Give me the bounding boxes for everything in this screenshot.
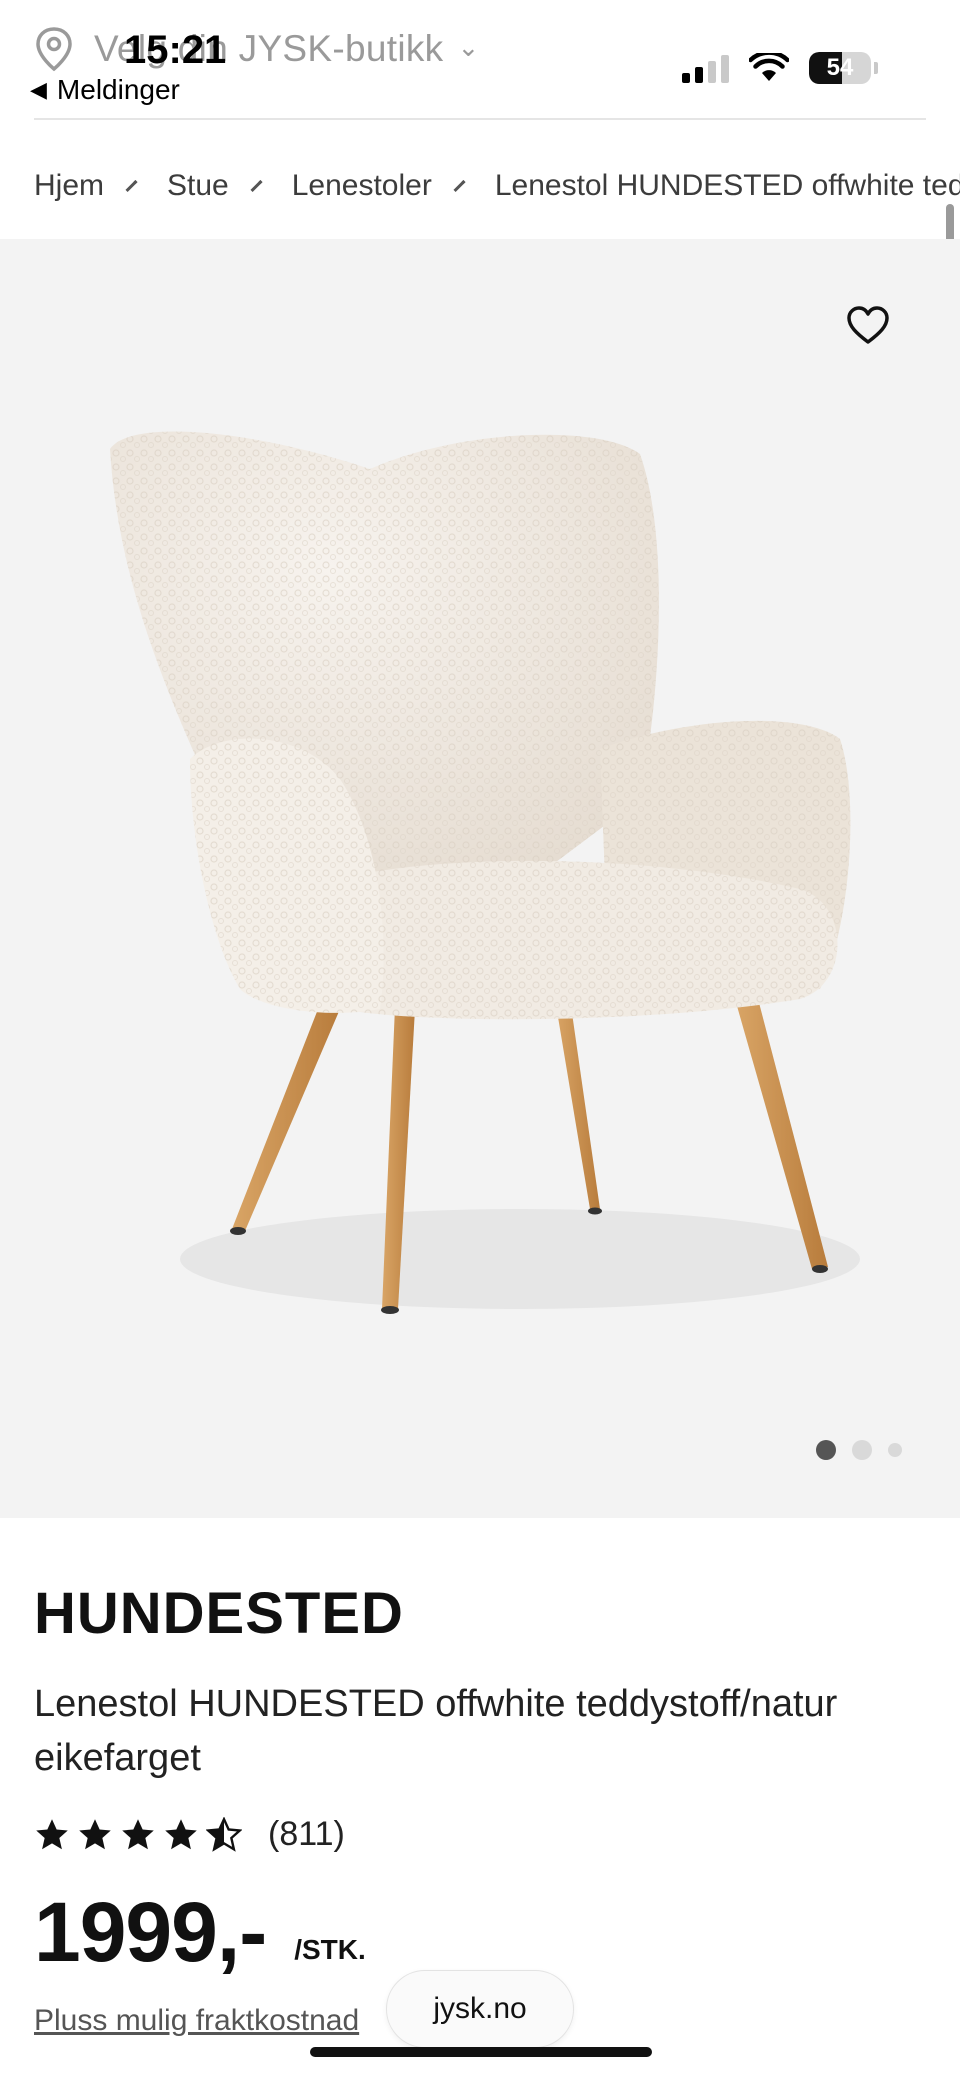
product-image-gallery[interactable] [0, 239, 960, 1518]
pagination-dot[interactable] [888, 1443, 902, 1457]
browser-url-bar[interactable]: jysk.no [386, 1970, 574, 2048]
battery-icon: 54 [809, 52, 878, 84]
breadcrumb-item-home[interactable]: Hjem [34, 169, 104, 203]
breadcrumb: Hjem Stue Lenestoler Lenestol HUNDESTED … [34, 164, 960, 208]
favorite-heart-icon[interactable] [846, 305, 890, 345]
product-rating[interactable]: (811) [34, 1815, 926, 1854]
location-pin-icon [36, 27, 72, 72]
rating-count[interactable]: (811) [268, 1815, 345, 1854]
product-brand-title: HUNDESTED [34, 1581, 404, 1646]
chevron-right-icon [250, 179, 263, 193]
home-indicator[interactable] [310, 2047, 652, 2057]
star-half-icon [206, 1816, 242, 1852]
price-unit: /STK. [294, 1934, 366, 1965]
status-time: 15:21 [124, 28, 227, 72]
chevron-down-icon: ⌄ [457, 31, 480, 62]
wifi-icon [749, 53, 789, 81]
star-full-icon [36, 1818, 68, 1849]
back-to-app-link[interactable]: ◀ Meldinger [30, 74, 180, 106]
chevron-right-icon [453, 179, 466, 193]
top-bar: Velg din JYSK-butikk ⌄ 15:21 ◀ Meldinger… [0, 0, 960, 120]
breadcrumb-item-current[interactable]: Lenestol HUNDESTED offwhite teddystoff/n… [495, 169, 960, 203]
cellular-signal-icon [682, 53, 729, 83]
breadcrumb-item-stue[interactable]: Stue [167, 169, 229, 203]
pagination-dot[interactable] [852, 1440, 872, 1460]
store-selector[interactable]: Velg din JYSK-butikk ⌄ [34, 26, 480, 72]
chevron-right-icon [125, 179, 138, 193]
gallery-pagination [816, 1440, 902, 1460]
rating-stars [34, 1816, 242, 1853]
product-price: 1999,- [34, 1885, 267, 1979]
product-image [110, 431, 860, 1314]
product-description: Lenestol HUNDESTED offwhite teddystoff/n… [34, 1683, 838, 1779]
breadcrumb-item-lenestoler[interactable]: Lenestoler [292, 169, 432, 203]
back-link-label: Meldinger [56, 74, 180, 105]
price-row: 1999,- /STK. [34, 1890, 926, 1974]
pagination-dot[interactable] [816, 1440, 836, 1460]
star-full-icon [122, 1818, 154, 1849]
header-divider [34, 118, 926, 120]
browser-url-text: jysk.no [433, 1992, 527, 2025]
star-full-icon [165, 1818, 197, 1849]
back-triangle-icon: ◀ [30, 77, 47, 102]
status-icons: 54 [682, 52, 878, 84]
star-full-icon [79, 1818, 111, 1849]
battery-percentage: 54 [826, 54, 854, 81]
